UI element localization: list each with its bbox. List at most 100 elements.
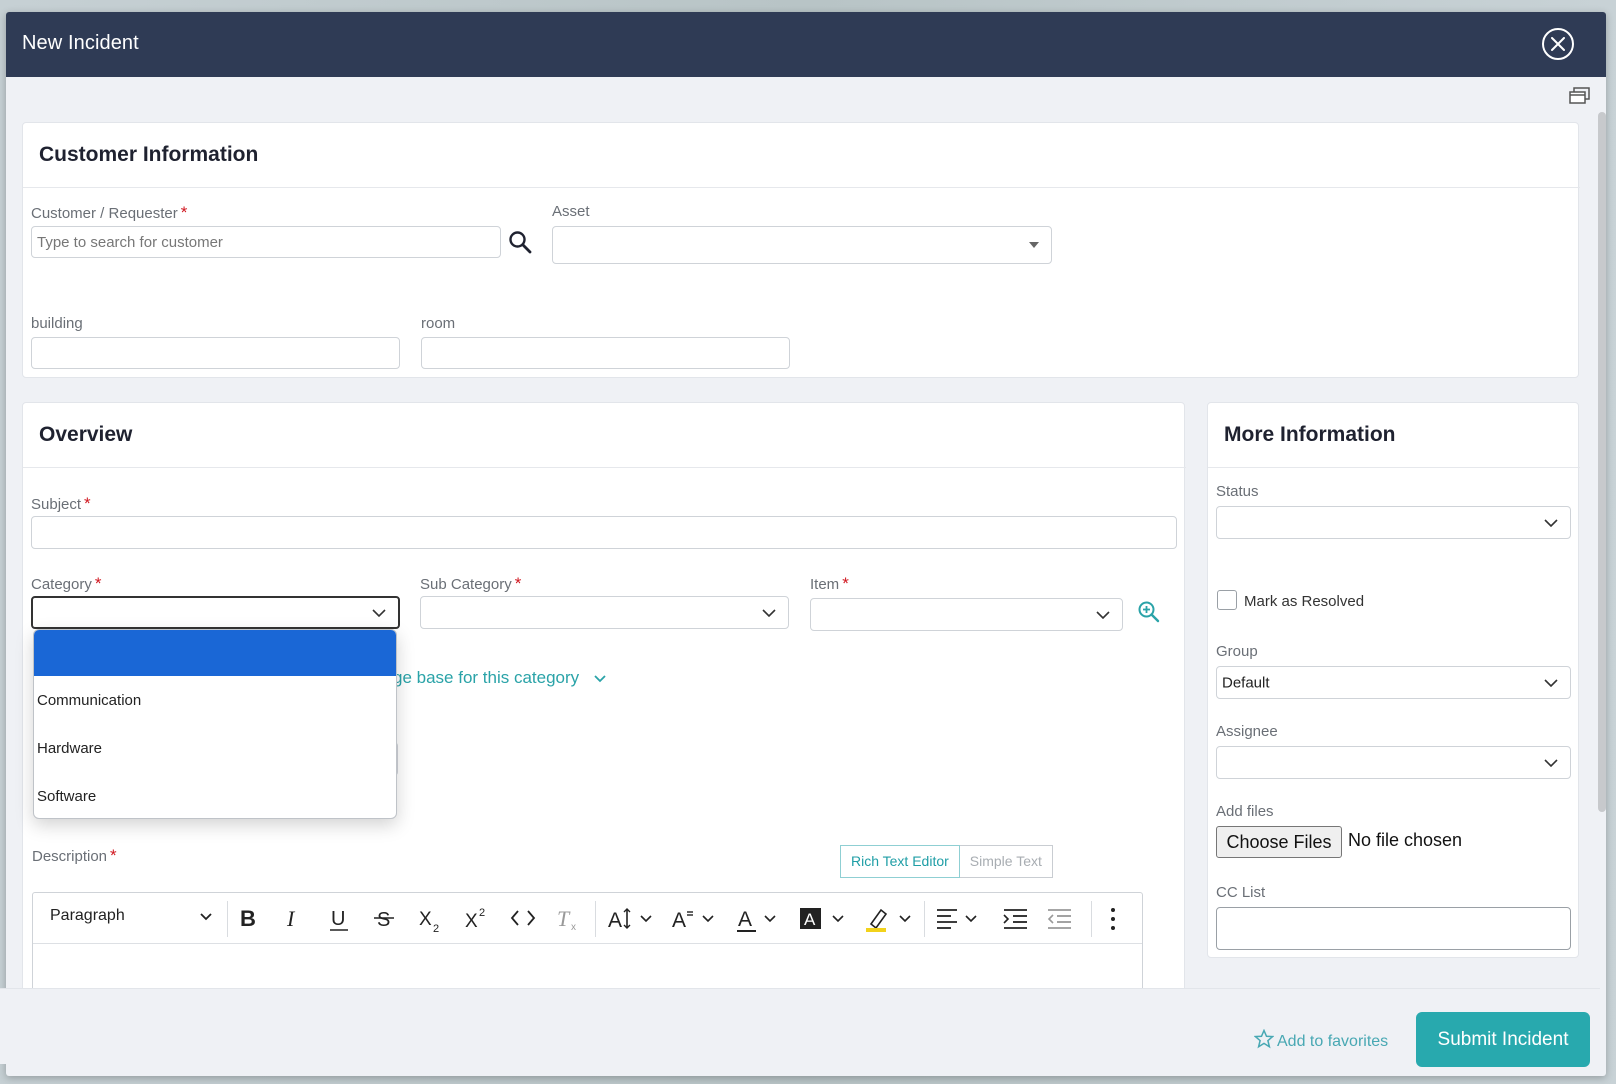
subcategory-select[interactable]: [420, 596, 789, 629]
editor-mode-toggle: Rich Text Editor Simple Text: [840, 845, 1053, 878]
cc-list-input[interactable]: [1216, 907, 1571, 950]
status-select[interactable]: [1216, 506, 1571, 539]
popout-window-icon[interactable]: [1569, 87, 1591, 105]
paragraph-format-select[interactable]: Paragraph: [50, 907, 215, 925]
zoom-in-icon[interactable]: [1137, 600, 1161, 624]
category-dropdown-list: Communication Hardware Software: [33, 629, 397, 819]
group-select[interactable]: Default: [1216, 666, 1571, 699]
customer-search-input[interactable]: [31, 226, 501, 258]
category-select[interactable]: [31, 596, 400, 629]
line-height-icon[interactable]: A: [671, 906, 721, 932]
subcategory-label-text: Sub Category: [420, 576, 512, 593]
category-option-communication[interactable]: Communication: [34, 692, 396, 709]
customer-information-card: Customer Information Customer / Requeste…: [22, 122, 1580, 378]
subscript-icon[interactable]: X 2: [418, 906, 444, 934]
chevron-down-icon: [1544, 518, 1558, 527]
superscript-icon[interactable]: X 2: [464, 906, 490, 932]
divider: [1208, 467, 1580, 468]
knowledge-base-link-text[interactable]: ge base for this category: [393, 668, 579, 687]
category-option-software[interactable]: Software: [34, 788, 396, 805]
required-asterisk: *: [84, 494, 91, 513]
toolbar-divider: [595, 901, 596, 937]
knowledge-base-link[interactable]: ge base for this category: [393, 668, 606, 688]
svg-text:I: I: [286, 906, 296, 930]
svg-text:x: x: [571, 922, 576, 932]
star-icon: [1253, 1028, 1275, 1049]
customer-information-title: Customer Information: [39, 143, 259, 166]
outdent-icon[interactable]: [1047, 906, 1073, 932]
search-icon[interactable]: [508, 230, 532, 254]
building-input[interactable]: [31, 337, 400, 369]
assignee-label: Assignee: [1216, 723, 1278, 740]
italic-icon[interactable]: I: [283, 906, 305, 930]
indent-icon[interactable]: [1003, 906, 1029, 932]
scrollbar-thumb[interactable]: [1598, 112, 1606, 812]
modal-footer: [0, 988, 1600, 1064]
room-label: room: [421, 315, 456, 332]
underline-icon[interactable]: U: [328, 906, 350, 932]
mark-resolved-checkbox[interactable]: [1217, 590, 1237, 610]
background-color-icon[interactable]: A: [799, 906, 849, 932]
editor-toolbar: Paragraph B I U S X 2 X 2 T x A A A A: [33, 893, 1142, 944]
asset-label: Asset: [552, 203, 590, 220]
more-options-icon[interactable]: [1108, 906, 1118, 932]
subject-label: Subject *: [31, 494, 91, 514]
description-label: Description *: [32, 846, 117, 866]
category-label-text: Category: [31, 576, 92, 593]
no-file-chosen-text: No file chosen: [1348, 830, 1463, 850]
svg-text:A: A: [608, 909, 622, 932]
svg-text:X: X: [465, 911, 478, 932]
more-information-card: More Information Status Mark as Resolved…: [1207, 402, 1580, 958]
item-label: Item *: [810, 574, 849, 594]
asset-select[interactable]: [552, 226, 1052, 264]
overview-title: Overview: [39, 423, 133, 446]
code-icon[interactable]: [510, 906, 536, 930]
dropdown-arrow-icon: [1029, 242, 1039, 248]
bold-icon[interactable]: B: [238, 906, 260, 930]
description-label-text: Description: [32, 848, 108, 865]
svg-text:A: A: [804, 910, 816, 929]
align-left-icon[interactable]: [936, 906, 986, 932]
subcategory-label: Sub Category *: [420, 574, 521, 594]
submit-incident-button[interactable]: Submit Incident: [1416, 1012, 1590, 1067]
required-asterisk: *: [842, 574, 849, 593]
strikethrough-icon[interactable]: S: [373, 906, 395, 930]
svg-text:2: 2: [479, 907, 485, 919]
add-files-label: Add files: [1216, 803, 1274, 820]
building-label: building: [31, 315, 83, 332]
chevron-down-icon: [762, 608, 776, 617]
font-size-icon[interactable]: A: [607, 906, 657, 932]
rich-text-editor-tab[interactable]: Rich Text Editor: [840, 845, 960, 878]
category-option-hardware[interactable]: Hardware: [34, 740, 396, 757]
font-color-icon[interactable]: A: [736, 906, 786, 934]
group-label: Group: [1216, 643, 1258, 660]
close-button[interactable]: [1542, 28, 1574, 60]
item-select[interactable]: [810, 598, 1123, 631]
svg-text:T: T: [557, 906, 571, 931]
svg-text:U: U: [331, 908, 345, 930]
modal-header: New Incident: [6, 12, 1606, 77]
assignee-select[interactable]: [1216, 746, 1571, 779]
modal-scrollbar[interactable]: [1596, 82, 1606, 1022]
mark-resolved-label[interactable]: Mark as Resolved: [1244, 593, 1364, 610]
customer-label: Customer / Requester *: [31, 203, 187, 223]
svg-text:2: 2: [433, 923, 439, 934]
paragraph-format-label: Paragraph: [50, 907, 125, 924]
svg-text:X: X: [419, 909, 432, 930]
add-to-favorites-text[interactable]: Add to favorites: [1277, 1033, 1388, 1050]
clear-formatting-icon[interactable]: T x: [555, 906, 581, 932]
room-input[interactable]: [421, 337, 790, 369]
svg-text:A: A: [672, 909, 686, 932]
cc-list-label: CC List: [1216, 884, 1266, 901]
subject-input[interactable]: [31, 516, 1177, 549]
highlight-icon[interactable]: [865, 906, 917, 934]
category-label: Category *: [31, 574, 102, 594]
add-to-favorites-link[interactable]: Add to favorites: [1253, 1028, 1388, 1051]
chevron-down-icon: [1544, 678, 1558, 687]
modal-title: New Incident: [22, 32, 139, 54]
choose-files-button[interactable]: Choose Files: [1216, 826, 1342, 858]
simple-text-tab[interactable]: Simple Text: [959, 845, 1053, 878]
required-asterisk: *: [110, 846, 117, 865]
chevron-down-icon: [594, 674, 606, 682]
category-option-empty[interactable]: [34, 630, 396, 676]
